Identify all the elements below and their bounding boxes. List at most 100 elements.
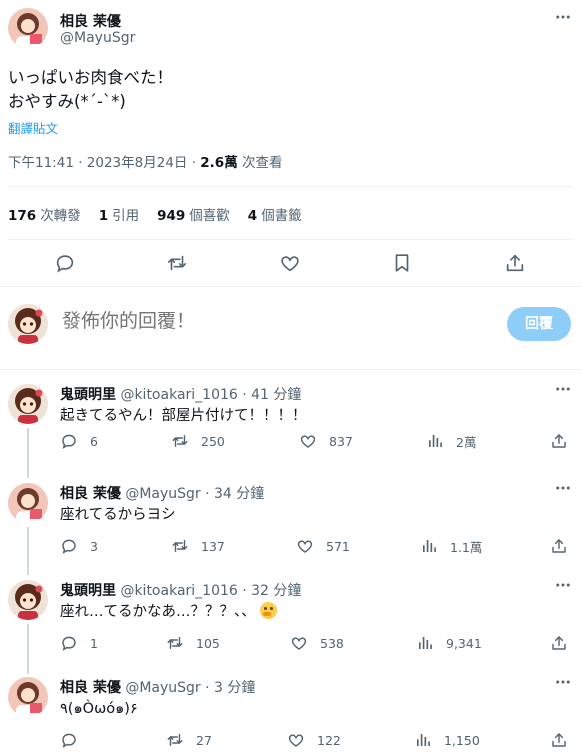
share-action[interactable] <box>550 730 580 750</box>
more-icon[interactable] <box>554 479 572 497</box>
retweet-action[interactable]: 105 <box>166 633 220 653</box>
reply-count: 3 <box>90 538 98 554</box>
like-icon <box>287 731 305 749</box>
retweet-icon <box>171 537 189 555</box>
reply-text: ٩(๑Òωó๑)۶ <box>60 701 138 717</box>
author-handle[interactable]: @MayuSgr <box>60 30 135 46</box>
likes-count: 949 <box>157 208 186 224</box>
share-icon <box>550 537 568 555</box>
quotes-label: 引用 <box>112 208 140 224</box>
views-label: 次查看 <box>237 155 283 171</box>
retweet-count: 27 <box>196 732 212 748</box>
like-icon <box>290 634 308 652</box>
reply-action[interactable]: 1 <box>60 633 98 653</box>
views-icon <box>426 432 444 450</box>
like-count: 571 <box>326 538 350 554</box>
reply-avatar[interactable] <box>8 580 48 620</box>
retweets-label: 次轉發 <box>40 208 81 224</box>
reply-handle-time[interactable]: @MayuSgr · 34 分鐘 <box>121 486 264 502</box>
user-avatar[interactable] <box>8 304 48 344</box>
author-avatar[interactable] <box>8 8 48 48</box>
reply-header: 相良 茉優 @MayuSgr · 3 分鐘 <box>60 677 255 697</box>
reply-avatar[interactable] <box>8 677 48 717</box>
quotes-stat[interactable]: 1 引用 <box>99 204 139 224</box>
share-action[interactable] <box>550 536 580 556</box>
views-action[interactable]: 1.1萬 <box>420 536 482 556</box>
like-action[interactable]: 571 <box>296 536 350 556</box>
reply-icon <box>60 537 78 555</box>
views-action[interactable]: 2萬 <box>426 431 476 451</box>
like-action[interactable]: 122 <box>287 730 341 750</box>
views-count: 1.1萬 <box>450 539 483 555</box>
like-icon[interactable] <box>279 252 301 274</box>
more-icon[interactable] <box>554 576 572 594</box>
retweet-icon <box>166 634 184 652</box>
reply-text-content: 座れ…てるかなあ…？？？、、 <box>60 604 256 620</box>
author-name[interactable]: 相良 茉優 <box>60 11 121 31</box>
like-action[interactable]: 538 <box>290 633 344 653</box>
views-count: 2萬 <box>456 434 477 450</box>
share-icon[interactable] <box>504 252 526 274</box>
views-action[interactable]: 9,341 <box>416 633 482 653</box>
views-action[interactable]: 1,150 <box>414 730 480 750</box>
bookmarks-stat[interactable]: 4 個書籤 <box>248 204 302 224</box>
retweet-icon <box>171 432 189 450</box>
reply-icon[interactable] <box>54 252 76 274</box>
reply-handle-time[interactable]: @kitoakari_1016 · 41 分鐘 <box>116 387 301 403</box>
retweet-action[interactable]: 27 <box>166 730 212 750</box>
reply-tweet[interactable]: 鬼頭明里 @kitoakari_1016 · 32 分鐘 座れ…てるかなあ…？？… <box>0 580 582 674</box>
retweet-count: 137 <box>201 538 225 554</box>
bookmark-icon[interactable] <box>391 252 413 274</box>
reply-composer: 回覆 <box>0 288 582 366</box>
reply-input[interactable] <box>62 310 482 332</box>
reply-author-name[interactable]: 鬼頭明里 <box>60 583 116 599</box>
reply-action[interactable]: 6 <box>60 431 98 451</box>
reply-action[interactable]: 3 <box>60 536 98 556</box>
reply-actions: 6 250 837 2萬 <box>0 431 582 451</box>
reply-tweet[interactable]: 鬼頭明里 @kitoakari_1016 · 41 分鐘 起きてるやん！部屋片付… <box>0 384 582 478</box>
like-icon <box>296 537 314 555</box>
reply-handle-time[interactable]: @MayuSgr · 3 分鐘 <box>121 680 255 696</box>
share-icon <box>550 432 568 450</box>
views-count: 1,150 <box>444 732 480 748</box>
reply-header: 相良 茉優 @MayuSgr · 34 分鐘 <box>60 483 264 503</box>
reply-avatar[interactable] <box>8 384 48 424</box>
reply-author-name[interactable]: 相良 茉優 <box>60 486 121 502</box>
reply-actions: 27 122 1,150 <box>0 730 582 750</box>
retweets-count: 176 <box>8 208 37 224</box>
reply-icon <box>60 432 78 450</box>
timestamp[interactable]: 下午11:41 · 2023年8月24日 · <box>8 155 200 171</box>
more-icon[interactable] <box>554 8 572 26</box>
retweets-stat[interactable]: 176 次轉發 <box>8 204 81 224</box>
views-count: 2.6萬 <box>200 155 238 171</box>
reply-handle-time[interactable]: @kitoakari_1016 · 32 分鐘 <box>116 583 301 599</box>
retweet-action[interactable]: 137 <box>171 536 225 556</box>
reply-avatar[interactable] <box>8 483 48 523</box>
retweet-action[interactable]: 250 <box>171 431 225 451</box>
reply-author-name[interactable]: 鬼頭明里 <box>60 387 116 403</box>
share-icon <box>550 731 568 749</box>
more-icon[interactable] <box>554 673 572 691</box>
more-icon[interactable] <box>554 380 572 398</box>
translate-link[interactable]: 翻譯貼文 <box>8 118 58 137</box>
reply-actions: 3 137 571 1.1萬 <box>0 536 582 556</box>
likes-stat[interactable]: 949 個喜歡 <box>157 204 230 224</box>
divider <box>0 369 582 370</box>
reply-actions: 1 105 538 9,341 <box>0 633 582 653</box>
reply-text: 起きてるやん！部屋片付けて！！！！ <box>60 408 307 424</box>
share-action[interactable] <box>550 633 580 653</box>
reply-tweet[interactable]: 相良 茉優 @MayuSgr · 3 分鐘 ٩(๑Òωó๑)۶ 27 122 1… <box>0 677 582 753</box>
reply-button[interactable]: 回覆 <box>507 307 571 341</box>
reply-text: 座れ…てるかなあ…？？？、、 <box>60 600 277 621</box>
share-action[interactable] <box>550 431 580 451</box>
reply-count: 6 <box>90 433 98 449</box>
retweet-icon[interactable] <box>166 252 188 274</box>
like-action[interactable]: 837 <box>299 431 353 451</box>
reply-icon <box>60 731 78 749</box>
bookmarks-label: 個書籤 <box>261 208 302 224</box>
reply-action[interactable] <box>60 730 90 750</box>
reply-tweet[interactable]: 相良 茉優 @MayuSgr · 34 分鐘 座れてるからヨシ 3 137 57… <box>0 483 582 575</box>
reply-author-name[interactable]: 相良 茉優 <box>60 680 121 696</box>
like-count: 837 <box>329 433 353 449</box>
tweet-text: いっぱいお肉食べた！ おやすみ(*´-`*) <box>8 68 173 111</box>
